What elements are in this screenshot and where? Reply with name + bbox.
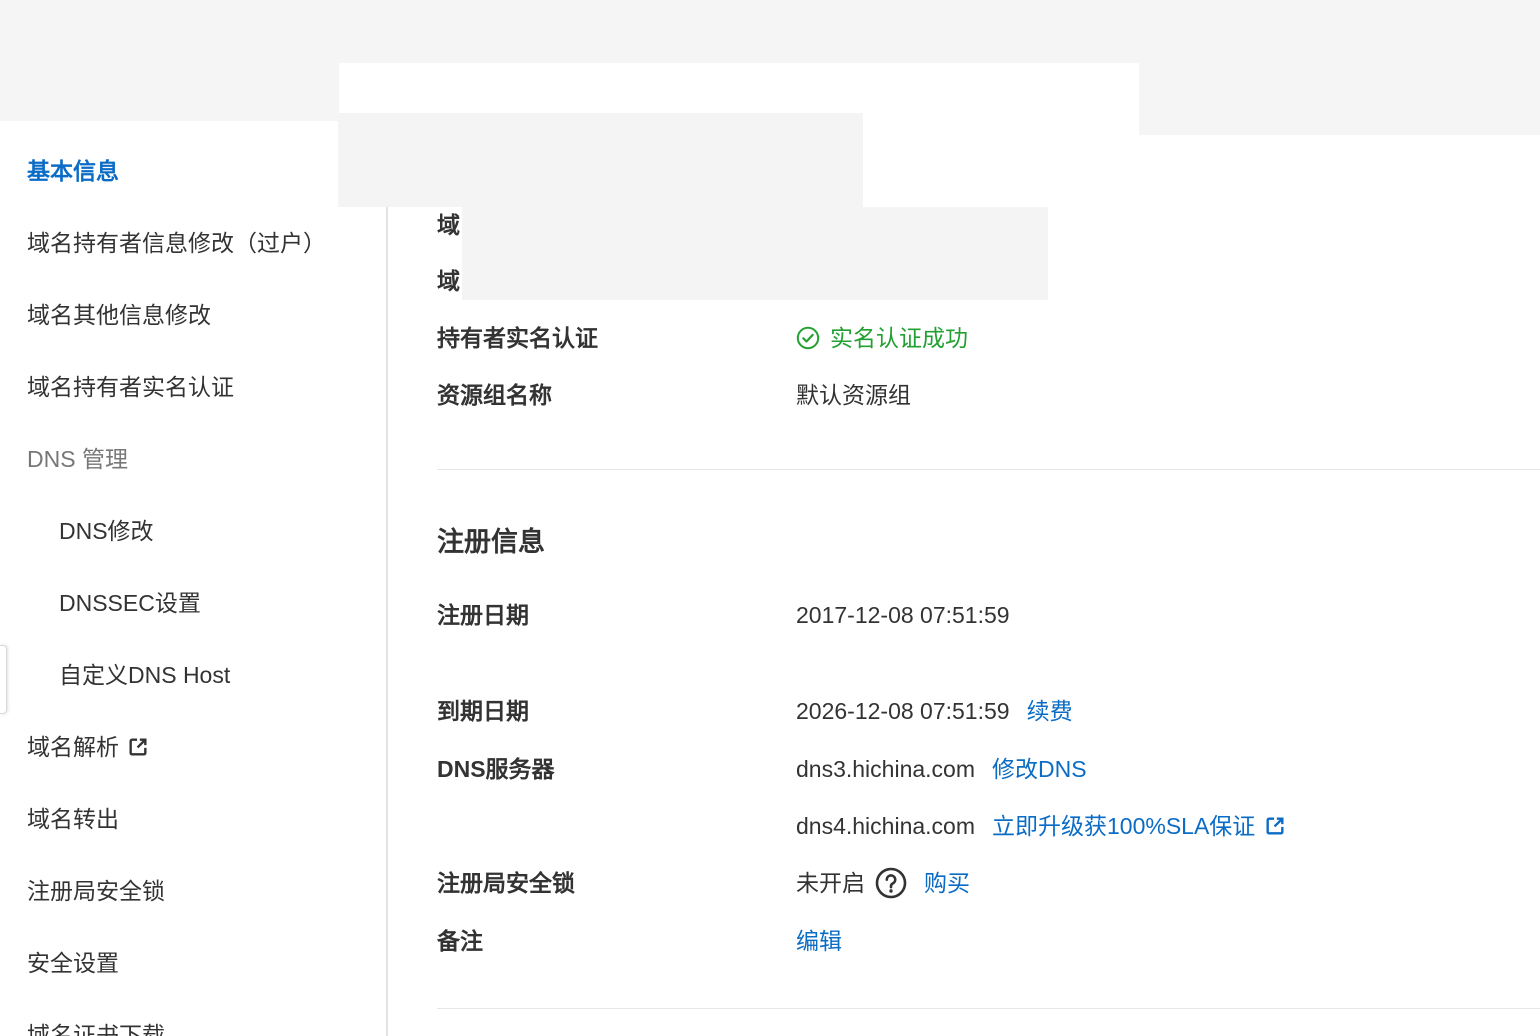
sidebar-item-label: DNSSEC设置 [59,590,201,616]
external-link-icon[interactable] [1264,815,1286,837]
row-label: 域 [437,268,460,294]
sidebar-nav: 基本信息 域名持有者信息修改（过户） 域名其他信息修改 域名持有者实名认证 DN… [0,135,386,1036]
row-value: 默认资源组 [796,382,911,408]
sidebar-item-label: DNS修改 [59,518,154,544]
upgrade-sla-link[interactable]: 立即升级获100%SLA保证 [992,812,1255,840]
dns-server-value: dns4.hichina.com [796,813,975,839]
section-title-registration: 注册信息 [437,527,545,557]
sidebar-item-dnssec[interactable]: DNSSEC设置 [0,567,386,639]
info-row-registry-lock: 注册局安全锁 未开启 购买 [437,867,1497,899]
buy-link[interactable]: 购买 [924,869,970,897]
sidebar-item-label: 自定义DNS Host [59,662,231,688]
sidebar-item-dns-modify[interactable]: DNS修改 [0,495,386,567]
sidebar-item-label: 域名转出 [27,806,119,832]
info-row-realname-verification: 持有者实名认证 实名认证成功 [437,324,1497,352]
sidebar-item-label: 基本信息 [27,158,119,184]
sidebar-item-label: 域名持有者实名认证 [27,374,234,400]
sidebar-item-custom-dns-host[interactable]: 自定义DNS Host [0,639,386,711]
row-label: 注册局安全锁 [437,870,575,896]
registry-lock-status: 未开启 [796,870,865,896]
sidebar-item-basic-info[interactable]: 基本信息 [0,135,386,207]
redacted-block [462,207,1048,300]
section-divider [437,1008,1540,1009]
verification-status: 实名认证成功 [830,325,968,351]
row-label: 资源组名称 [437,382,552,408]
sidebar-item-holder-verification[interactable]: 域名持有者实名认证 [0,351,386,423]
row-label: DNS服务器 [437,756,555,782]
sidebar-item-label: 域名证书下载 [27,1022,165,1036]
info-row-expiry-date: 到期日期 2026-12-08 07:51:59 续费 [437,697,1497,725]
sidebar-item-security-settings[interactable]: 安全设置 [0,927,386,999]
sidebar-item-label: 注册局安全锁 [27,878,165,904]
sidebar-item-label: 域名持有者信息修改（过户） [27,230,326,256]
modify-dns-link[interactable]: 修改DNS [992,755,1087,783]
section-divider [437,469,1540,470]
row-label: 持有者实名认证 [437,325,598,351]
external-link-icon [127,736,149,758]
info-row-dns-server-1: DNS服务器 dns3.hichina.com 修改DNS [437,755,1497,783]
row-value: 2026-12-08 07:51:59 续费 [796,697,1073,725]
row-value: 实名认证成功 [796,324,968,352]
edit-remark-link[interactable]: 编辑 [796,927,842,955]
sidebar-item-label: 域名其他信息修改 [27,302,211,328]
sidebar-group-label: DNS 管理 [27,446,128,472]
sidebar-item-domain-transfer-out[interactable]: 域名转出 [0,783,386,855]
expiry-date-value: 2026-12-08 07:51:59 [796,698,1010,724]
renew-link[interactable]: 续费 [1027,697,1073,725]
row-label: 备注 [437,928,483,954]
info-row-registration-date: 注册日期 2017-12-08 07:51:59 [437,601,1497,629]
row-label: 到期日期 [437,698,529,724]
domain-detail-page: 基本信息 域名持有者信息修改（过户） 域名其他信息修改 域名持有者实名认证 DN… [0,0,1540,1036]
info-row-dns-server-2: dns4.hichina.com 立即升级获100%SLA保证 [437,812,1497,840]
row-value: dns4.hichina.com 立即升级获100%SLA保证 [796,812,1286,840]
sidebar-item-holder-transfer[interactable]: 域名持有者信息修改（过户） [0,207,386,279]
sidebar-collapse-handle[interactable] [0,645,7,714]
sidebar-item-registry-lock[interactable]: 注册局安全锁 [0,855,386,927]
row-label: 域 [437,212,460,238]
sidebar-item-label: 安全设置 [27,950,119,976]
sidebar-item-other-info[interactable]: 域名其他信息修改 [0,279,386,351]
sidebar: 基本信息 域名持有者信息修改（过户） 域名其他信息修改 域名持有者实名认证 DN… [0,121,388,1036]
row-value: 编辑 [796,927,842,955]
info-row-remark: 备注 编辑 [437,927,1497,955]
row-value: 未开启 购买 [796,867,970,899]
dns-server-value: dns3.hichina.com [796,756,975,782]
info-row-resource-group: 资源组名称 默认资源组 [437,381,1497,409]
sidebar-group-dns-management: DNS 管理 [0,423,386,495]
sidebar-item-domain-resolution[interactable]: 域名解析 [0,711,386,783]
check-circle-icon [796,326,820,350]
sidebar-item-certificate-download[interactable]: 域名证书下载 [0,999,386,1036]
redacted-block [338,113,863,207]
sidebar-item-label: 域名解析 [27,734,119,760]
row-label: 注册日期 [437,602,529,628]
row-value: dns3.hichina.com 修改DNS [796,755,1087,783]
row-value: 2017-12-08 07:51:59 [796,602,1010,628]
help-circle-icon[interactable] [875,867,907,899]
